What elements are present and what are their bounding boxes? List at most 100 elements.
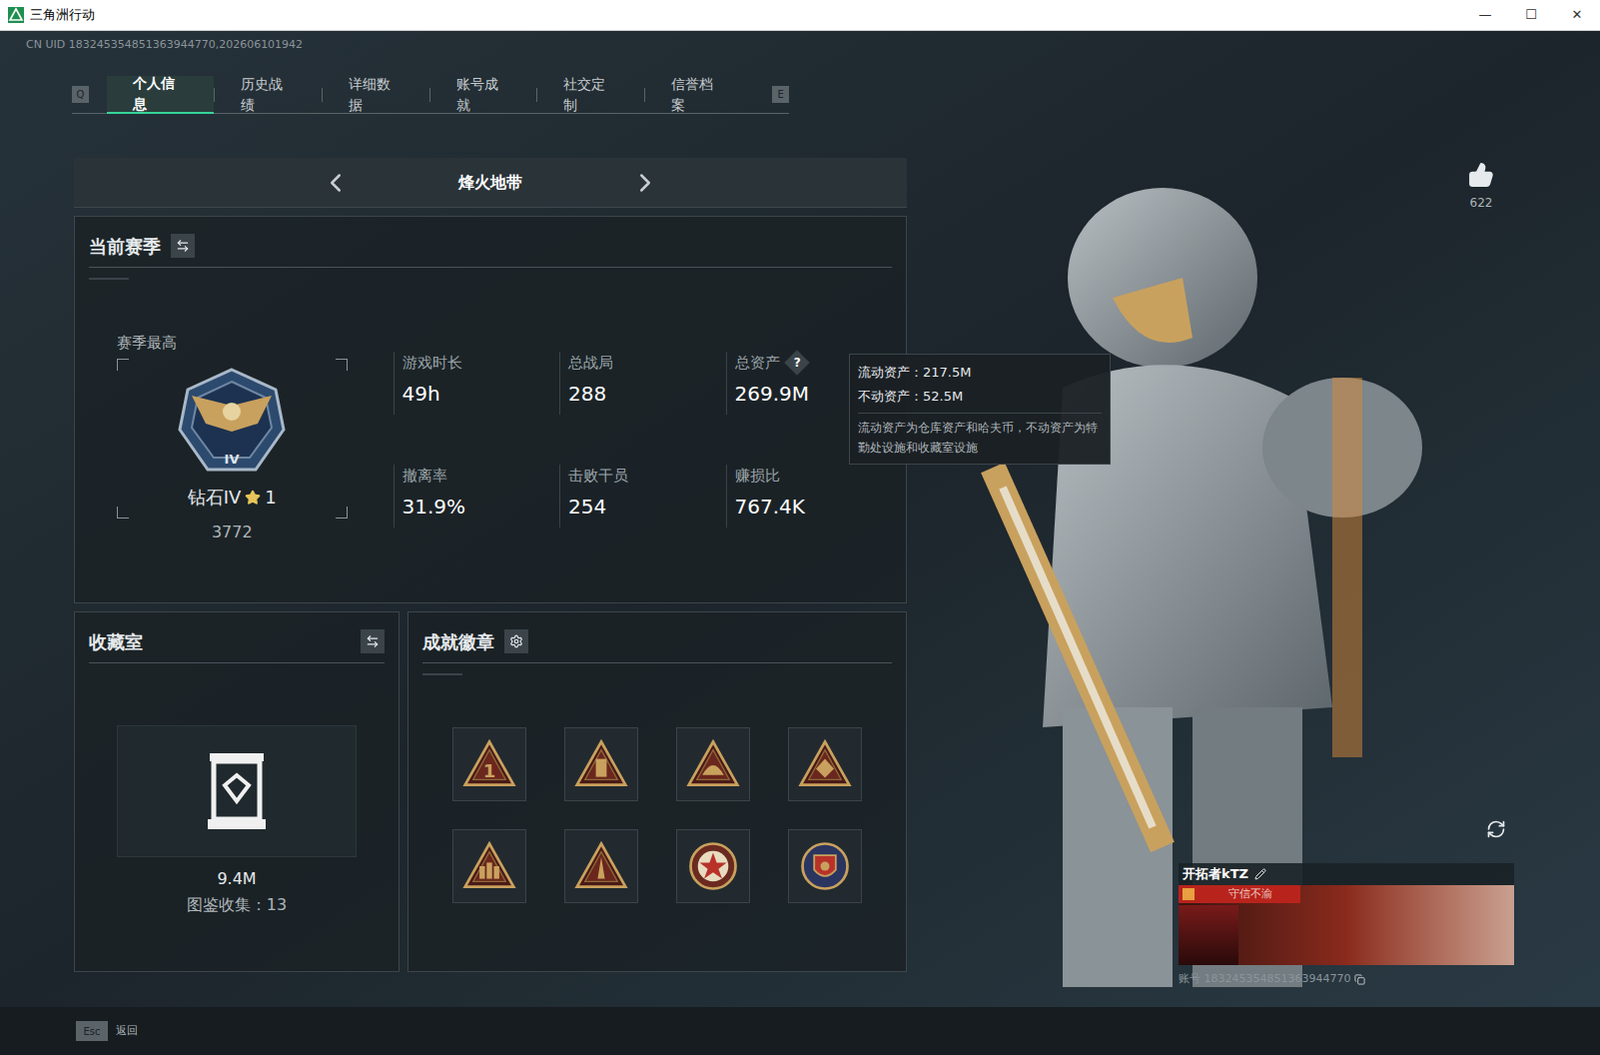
prev-key-hint[interactable]: Q <box>71 85 89 103</box>
rocket-badge-icon <box>574 838 629 893</box>
stat-value: 288 <box>568 378 726 409</box>
rank-emblem-icon: IV <box>171 365 292 482</box>
app-logo-icon <box>7 6 24 23</box>
badge-slot[interactable] <box>676 727 751 801</box>
shield-badge-icon <box>798 838 852 893</box>
stat-label: 赚损比 <box>735 464 781 488</box>
tab[interactable]: 个人信息 <box>106 75 214 114</box>
collection-value: 9.4M <box>88 866 385 891</box>
stat-label: 总战局 <box>568 351 614 375</box>
tooltip-line: 流动资产：217.5M <box>857 360 1102 385</box>
collection-panel: 收藏室9.4M图鉴收集：13 <box>73 611 400 972</box>
bracket-corner <box>116 358 129 371</box>
badge-slot[interactable]: 1 <box>452 727 527 801</box>
header-divider <box>88 266 892 268</box>
collection-caption: 图鉴收集：13 <box>88 892 385 917</box>
mode-selector: 烽火地带 <box>73 157 907 208</box>
tab[interactable]: 信誉档案 <box>645 75 753 114</box>
player-title: 守信不渝 <box>1228 885 1273 903</box>
badge-slot[interactable] <box>788 727 862 801</box>
window-control-button[interactable]: ☐ <box>1508 0 1555 30</box>
like-button[interactable]: 622 <box>1468 161 1495 212</box>
mode-prev-icon[interactable] <box>320 167 351 198</box>
gear-icon <box>509 634 524 649</box>
uid-label: CN UID 183245354851363944770,20260610194… <box>0 36 1600 53</box>
dome-badge-icon <box>686 737 741 792</box>
back-label[interactable]: 返回 <box>115 1022 138 1040</box>
soldiers-badge-icon <box>462 838 517 893</box>
stat-label: 撤离率 <box>402 464 448 488</box>
badge-settings-button[interactable] <box>504 629 529 654</box>
mode-label: 烽火地带 <box>350 170 631 195</box>
stat-value: 254 <box>568 491 726 522</box>
display-case-icon <box>201 749 272 833</box>
badge-slot[interactable] <box>564 727 639 801</box>
tab[interactable]: 历史战绩 <box>214 75 322 114</box>
panel-header: 成就徽章 <box>422 626 892 676</box>
bracket-corner <box>335 506 348 519</box>
title-bar: 三角洲行动 —☐✕ <box>0 0 1600 31</box>
swap-button[interactable] <box>170 233 195 258</box>
left-column: 烽火地带当前赛季赛季最高 IV钻石IV1 3772 游戏时长49h 总战局 288 总资产?… <box>73 157 907 972</box>
tab[interactable]: 账号成就 <box>430 75 538 114</box>
stat-item: 撤离率 31.9% <box>393 464 560 528</box>
best-label: 赛季最高 <box>116 331 348 355</box>
esc-key[interactable]: Esc <box>75 1020 108 1041</box>
mode-next-icon[interactable] <box>630 167 661 198</box>
stat-value: 49h <box>402 378 560 409</box>
rank-score: 3772 <box>116 520 348 545</box>
badge-slot[interactable] <box>452 828 527 903</box>
stats-grid: 游戏时长49h总战局288总资产?269.9M撤离率31.9%击败干员254赚损… <box>393 351 892 528</box>
rank-name: 钻石IV1 <box>187 483 277 511</box>
next-key-hint[interactable]: E <box>772 85 790 103</box>
stat-item: 赚损比 767.4K <box>726 464 892 528</box>
tab-bar: Q 个人信息历史战绩详细数据账号成就社交定制信誉档案 E <box>71 75 790 114</box>
tooltip-line: 不动资产：52.5M <box>857 384 1102 409</box>
footer-bar: Esc 返回 <box>0 1006 1600 1055</box>
rank-star-icon <box>244 489 261 506</box>
stat-label: 总资产 <box>735 351 781 375</box>
rank-block: 赛季最高 IV钻石IV1 3772 <box>116 331 348 545</box>
refresh-button[interactable] <box>1486 818 1507 839</box>
tower-badge-icon <box>574 737 629 792</box>
badge-slot[interactable] <box>676 828 751 903</box>
badge-slot[interactable] <box>564 828 639 903</box>
stat-value: 767.4K <box>735 491 892 522</box>
app-window: 三角洲行动 —☐✕ CN UID 183245354851363944770,202… <box>0 0 1600 1055</box>
tab[interactable]: 详细数据 <box>322 75 430 114</box>
badge-grid: 1 <box>452 727 862 903</box>
edit-name-icon[interactable] <box>1254 867 1267 880</box>
stat-item: 总战局 288 <box>559 351 726 415</box>
swap-button[interactable] <box>360 629 385 654</box>
tab-separator <box>536 87 538 102</box>
stat-label: 击败干员 <box>568 464 629 488</box>
swap-icon <box>175 238 190 253</box>
help-button[interactable]: ? <box>784 350 809 376</box>
tab[interactable]: 社交定制 <box>537 75 645 114</box>
star-badge-icon <box>686 838 741 893</box>
number-badge-icon: 1 <box>462 737 517 792</box>
badge-slot[interactable] <box>788 828 862 903</box>
window-control-button[interactable]: — <box>1462 0 1509 30</box>
header-dash <box>422 673 463 676</box>
title-tag-icon <box>1182 887 1195 900</box>
assets-tooltip: 流动资产：217.5M不动资产：52.5M流动资产为仓库资产和哈夫币，不动资产为… <box>848 353 1111 465</box>
copy-icon[interactable] <box>1354 973 1366 985</box>
header-dash <box>88 277 129 280</box>
panel-title: 成就徽章 <box>422 628 495 656</box>
stat-item: 击败干员 254 <box>559 464 726 528</box>
thumbs-up-icon <box>1468 161 1495 188</box>
main-area: CN UID 183245354851363944770,20260610194… <box>0 30 1600 1007</box>
title-tag: 守信不渝 <box>1178 884 1301 903</box>
stat-item: 游戏时长49h <box>393 351 560 415</box>
window-control-button[interactable]: ✕ <box>1554 0 1600 30</box>
like-count: 622 <box>1470 193 1494 212</box>
tab-separator <box>213 87 215 102</box>
stat-value: 31.9% <box>402 491 560 522</box>
tab-separator <box>429 87 431 102</box>
bracket-corner <box>116 506 129 519</box>
avatar-image <box>1178 904 1239 965</box>
character-area: 622开拓者kTZ守信不渝账号 183245354851363944770 <box>906 157 1600 972</box>
window-title: 三角洲行动 <box>29 4 95 25</box>
panel-header: 当前赛季 <box>88 230 892 280</box>
